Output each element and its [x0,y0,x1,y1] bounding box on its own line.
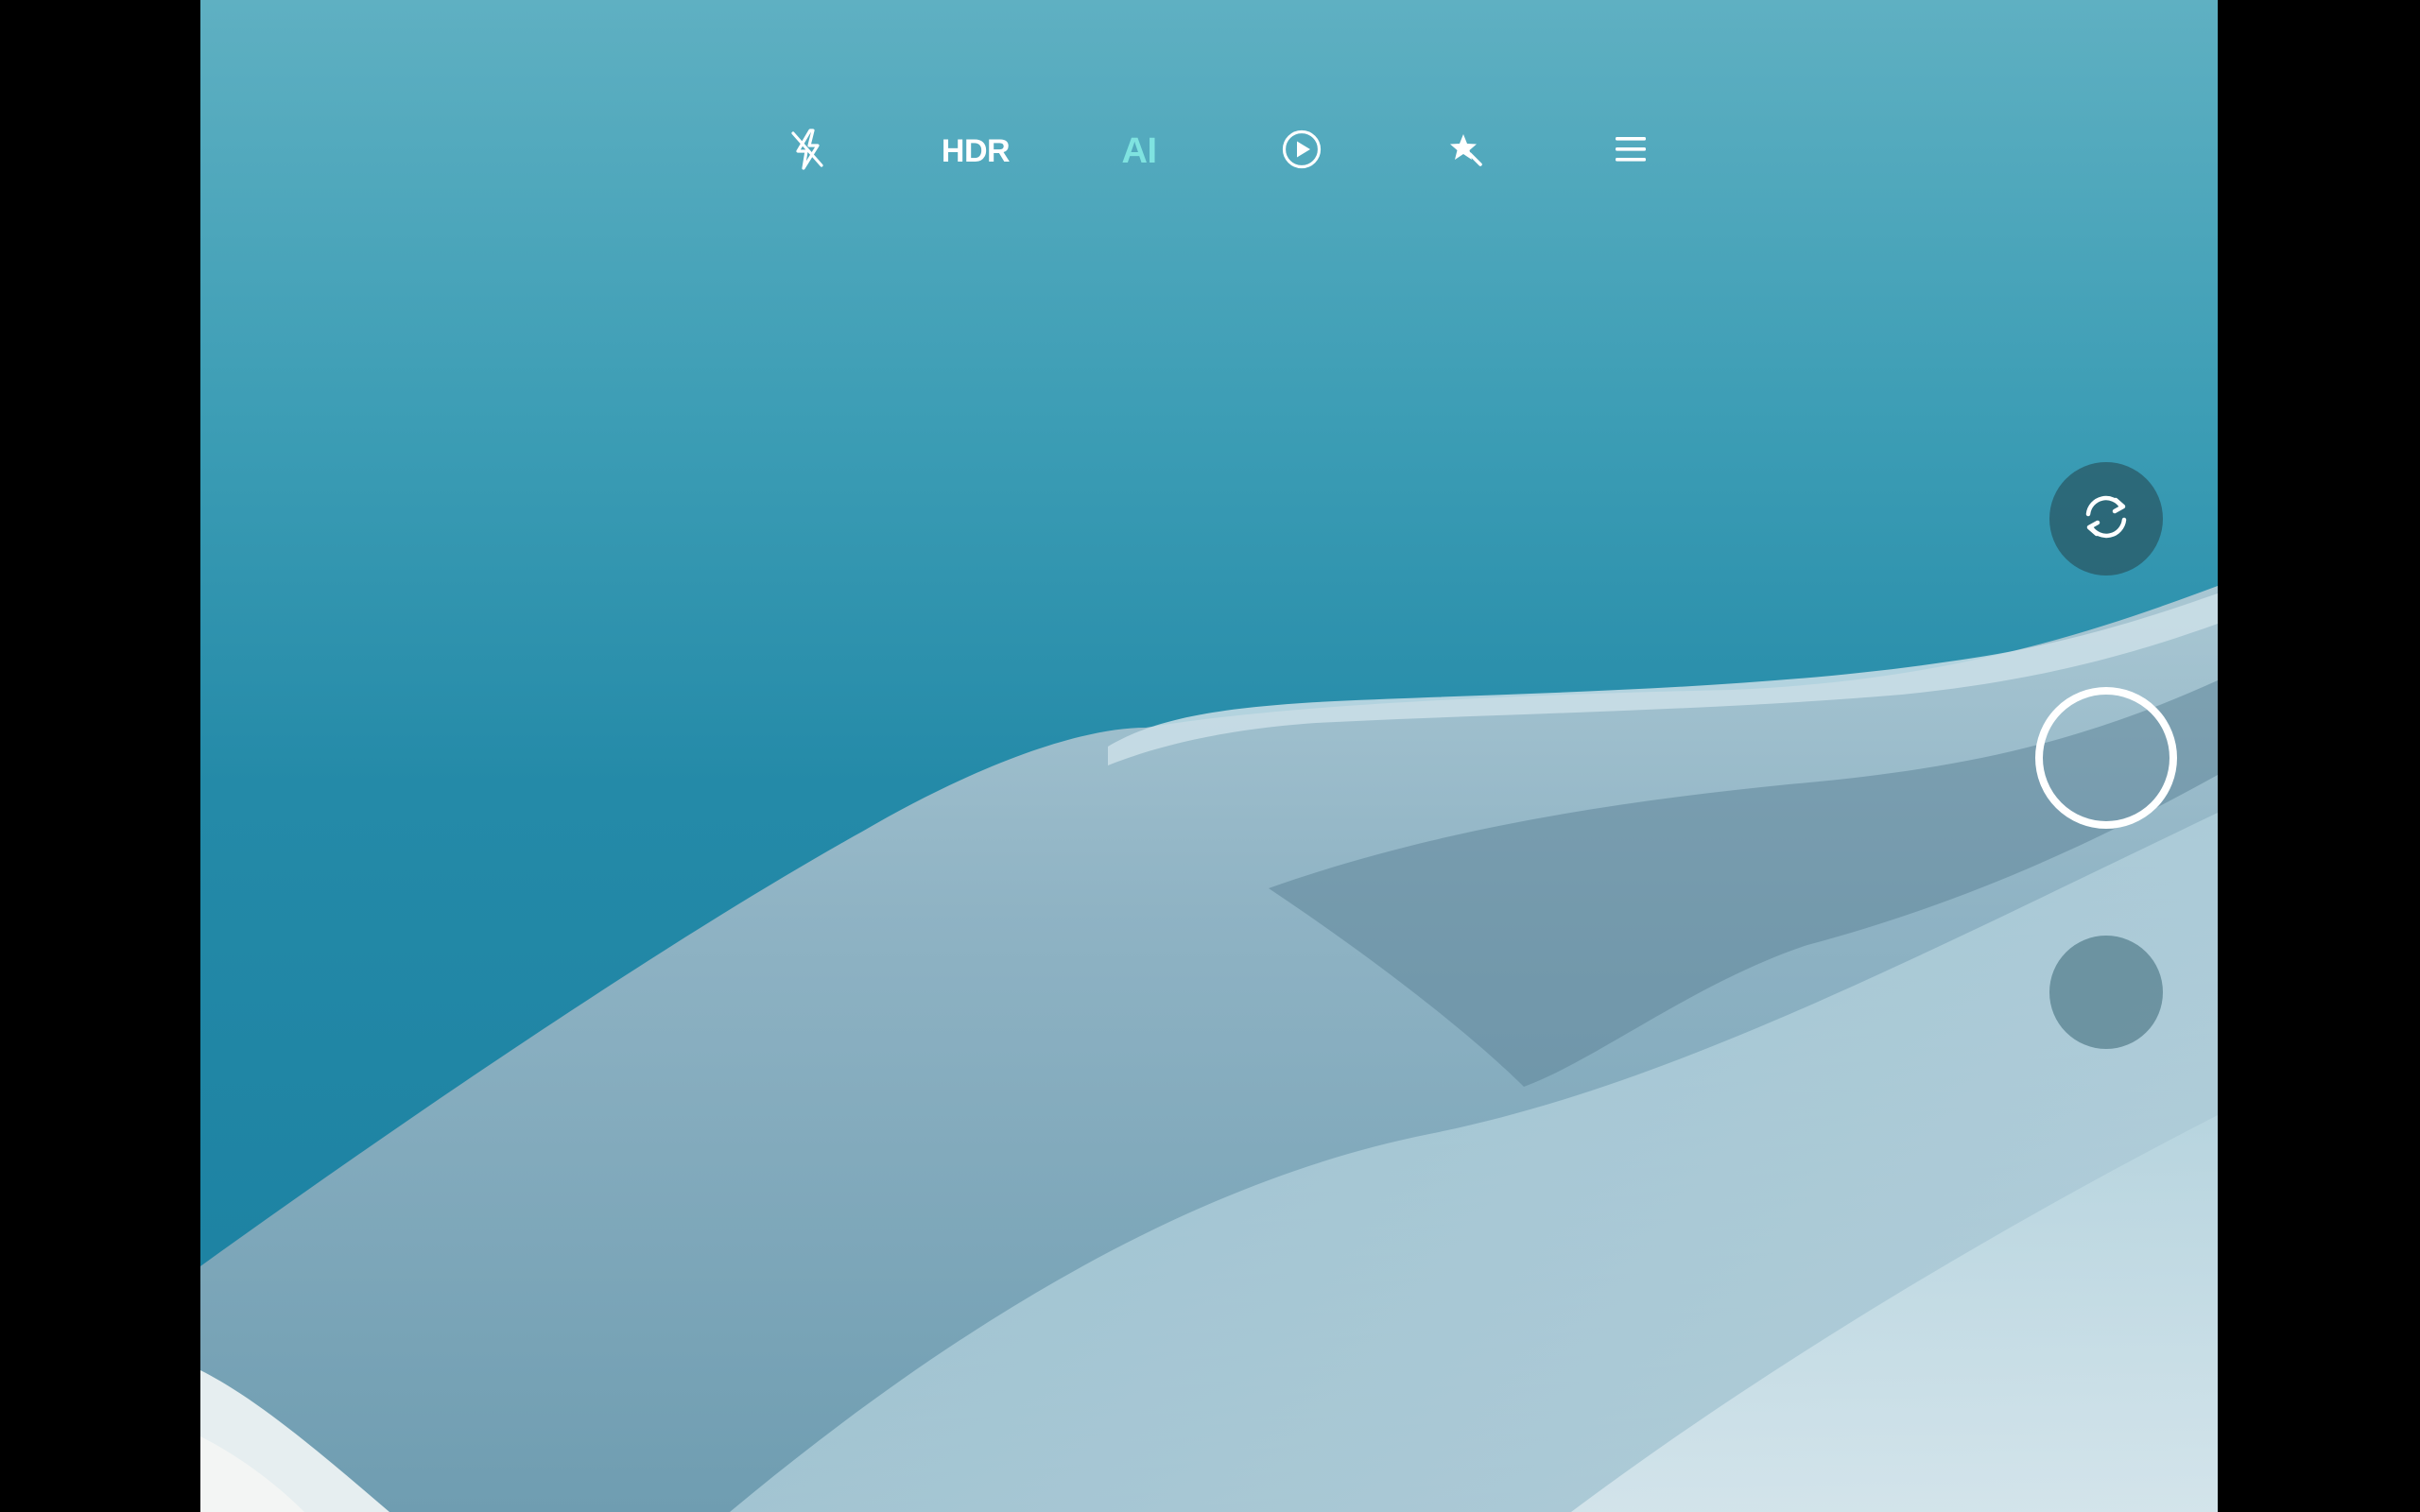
viewfinder-scene [200,586,2218,1512]
live-photo-icon [1281,129,1322,175]
switch-camera-button[interactable] [2049,462,2163,576]
flash-off-icon [789,128,825,176]
camera-top-bar: HDR AI [200,123,2218,180]
ai-toggle[interactable]: AI [1106,123,1172,180]
hdr-toggle[interactable]: HDR [924,123,1028,180]
shutter-button[interactable] [2035,687,2177,829]
magic-star-icon [1444,129,1486,175]
menu-icon [1614,133,1648,170]
live-photo-toggle[interactable] [1269,123,1335,180]
hdr-label: HDR [941,132,1011,169]
flash-toggle[interactable] [779,123,836,180]
menu-button[interactable] [1598,123,1664,180]
camera-viewfinder[interactable]: HDR AI [200,0,2218,1512]
gallery-thumbnail-button[interactable] [2049,936,2163,1049]
beauty-toggle[interactable] [1432,123,1498,180]
ai-label: AI [1121,130,1158,171]
switch-camera-icon [2077,488,2135,551]
camera-screen: HDR AI [0,0,2420,1512]
